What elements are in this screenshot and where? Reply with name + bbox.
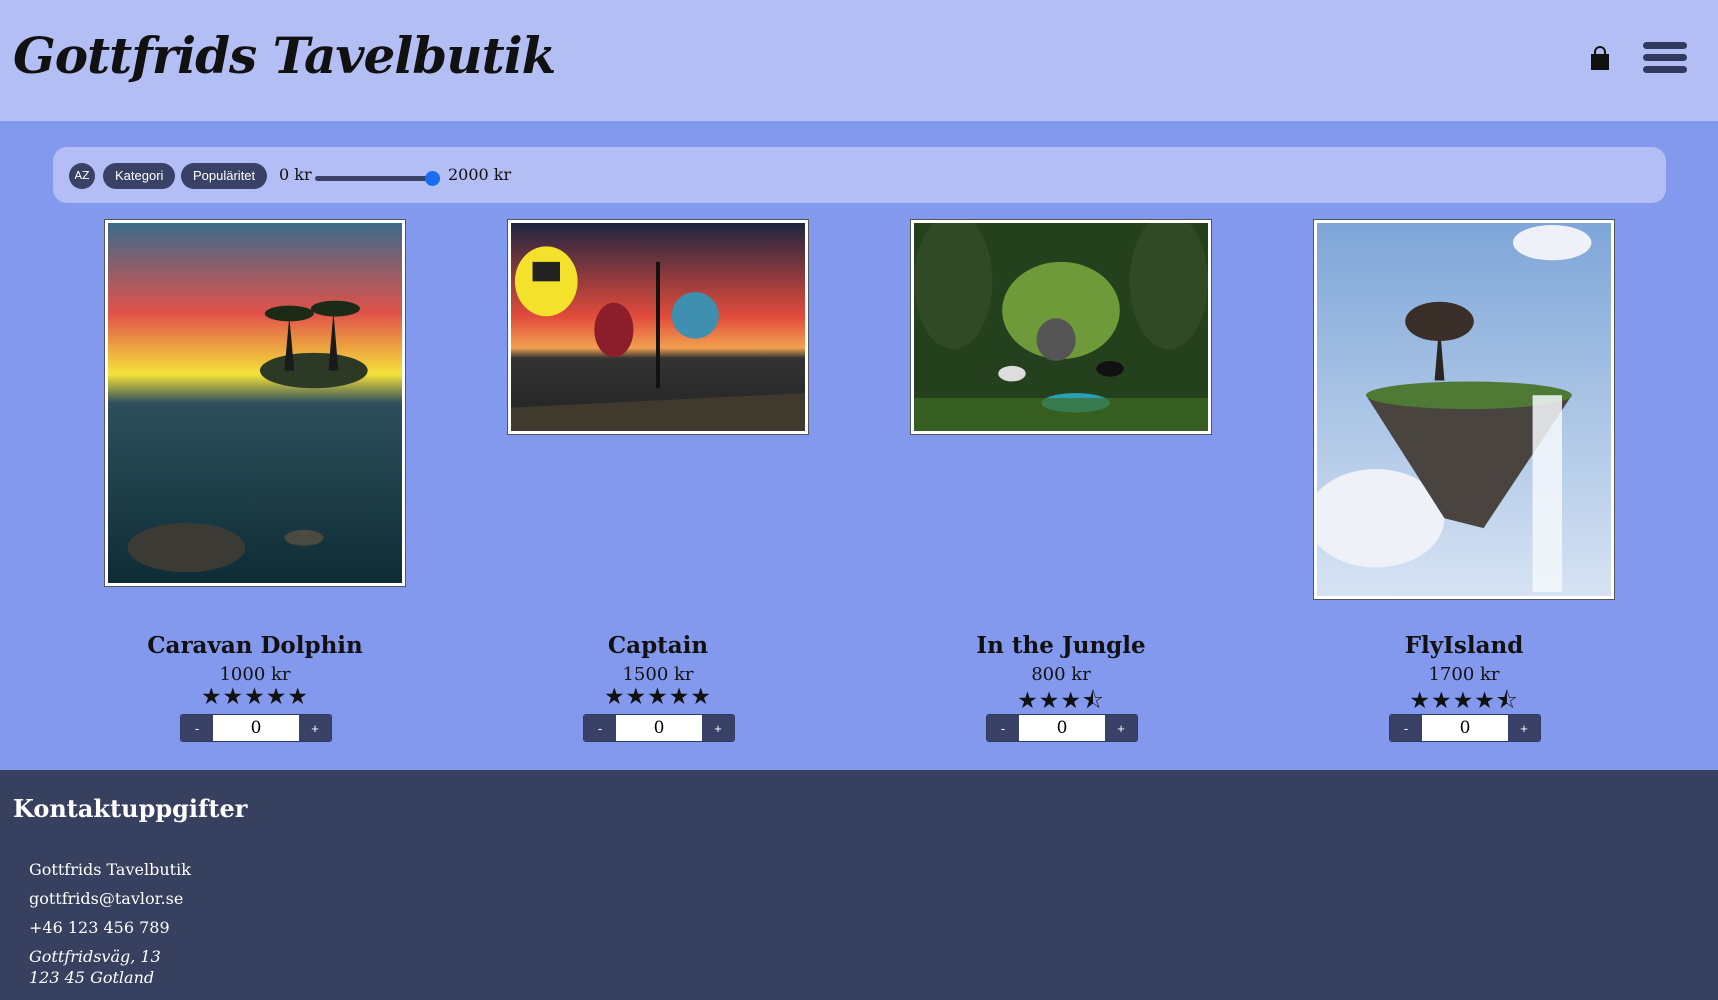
- hamburger-menu-icon[interactable]: [1643, 42, 1687, 74]
- decrease-button[interactable]: -: [181, 715, 213, 741]
- price-slider-thumb[interactable]: [425, 171, 440, 186]
- product-title[interactable]: FlyIsland: [1314, 632, 1614, 659]
- product-title[interactable]: Captain: [508, 632, 808, 659]
- price-min-label: 0 kr: [279, 165, 312, 184]
- product-image-caravan-dolphin[interactable]: [105, 220, 405, 586]
- shopping-bag-icon[interactable]: [1588, 45, 1612, 73]
- product-price: 1500 kr: [622, 664, 694, 685]
- category-filter-button[interactable]: Kategori: [103, 163, 176, 189]
- quantity-input[interactable]: [616, 715, 702, 741]
- product-price: 1000 kr: [219, 664, 291, 685]
- contact-heading: Kontaktuppgifter: [13, 794, 248, 823]
- address-line-2: 123 45 Gotland: [29, 968, 155, 987]
- quantity-stepper: - +: [180, 714, 332, 742]
- filter-bar: AZ Kategori Populäritet 0 kr 2000 kr: [53, 147, 1666, 203]
- increase-button[interactable]: +: [299, 715, 331, 741]
- company-name: Gottfrids Tavelbutik: [29, 860, 191, 879]
- decrease-button[interactable]: -: [987, 715, 1019, 741]
- address-line-1: Gottfridsväg, 13: [29, 947, 161, 966]
- increase-button[interactable]: +: [1508, 715, 1540, 741]
- star-rating: ★★★★★: [603, 684, 713, 710]
- product-price: 1700 kr: [1428, 664, 1500, 685]
- price-slider[interactable]: [315, 171, 440, 186]
- quantity-input[interactable]: [1422, 715, 1508, 741]
- quantity-stepper: - +: [986, 714, 1138, 742]
- increase-button[interactable]: +: [1105, 715, 1137, 741]
- site-header: Gottfrids Tavelbutik: [0, 0, 1718, 121]
- product-image-in-the-jungle[interactable]: [911, 220, 1211, 434]
- decrease-button[interactable]: -: [584, 715, 616, 741]
- quantity-stepper: - +: [1389, 714, 1541, 742]
- product-image-captain[interactable]: [508, 220, 808, 434]
- increase-button[interactable]: +: [702, 715, 734, 741]
- popularity-sort-button[interactable]: Populäritet: [181, 163, 268, 189]
- sort-az-icon[interactable]: AZ: [69, 163, 95, 189]
- product-title[interactable]: In the Jungle: [911, 632, 1211, 659]
- quantity-input[interactable]: [213, 715, 299, 741]
- quantity-input[interactable]: [1019, 715, 1105, 741]
- contact-email[interactable]: gottfrids@tavlor.se: [29, 889, 183, 908]
- product-image-flyisland[interactable]: [1314, 220, 1614, 599]
- site-logo[interactable]: Gottfrids Tavelbutik: [13, 26, 556, 85]
- contact-phone[interactable]: +46 123 456 789: [29, 918, 170, 937]
- star-rating: ★★★★★: [200, 684, 310, 710]
- product-title[interactable]: Caravan Dolphin: [105, 632, 405, 659]
- quantity-stepper: - +: [583, 714, 735, 742]
- site-footer: Kontaktuppgifter Gottfrids Tavelbutik go…: [0, 770, 1718, 1000]
- product-price: 800 kr: [1031, 664, 1091, 685]
- price-max-label: 2000 kr: [448, 165, 512, 184]
- decrease-button[interactable]: -: [1390, 715, 1422, 741]
